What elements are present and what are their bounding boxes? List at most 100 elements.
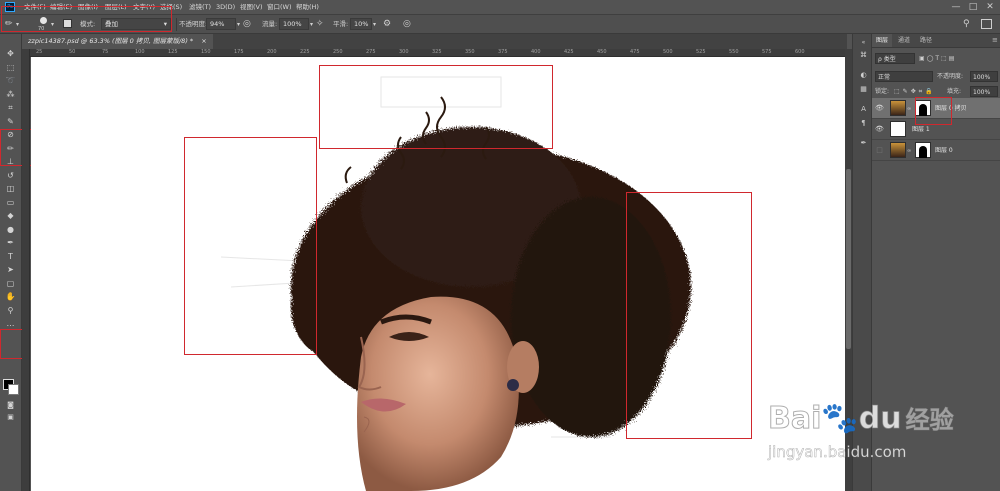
visibility-off-icon[interactable]: □ <box>875 146 884 155</box>
swatches-panel-icon[interactable]: ▦ <box>858 84 869 95</box>
layer-row[interactable]: □ ∞ 图层 0 <box>872 140 1000 161</box>
dodge-tool-icon[interactable]: ● <box>4 224 17 235</box>
panel-tabs: 图层 通道 路径 ≡ <box>872 34 1000 48</box>
scrollbar-thumb[interactable] <box>846 169 851 349</box>
menu-view[interactable]: 视图(V) <box>240 2 263 12</box>
baidu-watermark: Bai🐾du 经验 jingyan.baidu.com <box>767 401 954 462</box>
ruler-tick-label: 225 <box>300 49 310 55</box>
gradient-tool-icon[interactable]: ▭ <box>4 197 17 208</box>
link-icon[interactable]: ∞ <box>907 148 911 154</box>
ruler-tick-label: 525 <box>696 49 706 55</box>
ruler-tick-label: 25 <box>36 49 43 55</box>
tools-panel: ✥ ⬚ ➰ ⁂ ⌗ ✎ ⊘ ✏ ⊥ ↺ ◫ ▭ ◆ ● ✒ T ➤ ▢ ✋ ⚲… ◙ ▣ <box>0 34 38 491</box>
workspace-icon[interactable] <box>981 19 992 29</box>
search-icon[interactable]: ⚲ <box>963 19 970 30</box>
hand-tool-icon[interactable]: ✋ <box>4 291 17 302</box>
annotation-box <box>319 65 553 149</box>
ruler-tick-label: 325 <box>432 49 442 55</box>
maximize-button[interactable]: □ <box>967 1 979 13</box>
path-select-tool-icon[interactable]: ➤ <box>4 264 17 275</box>
layer-thumbnail <box>890 142 906 158</box>
menu-3d[interactable]: 3D(D) <box>216 2 235 12</box>
tab-paths[interactable]: 路径 <box>916 34 936 47</box>
ruler-tick-label: 300 <box>399 49 409 55</box>
document-tab[interactable]: zzpic14387.psd @ 63.3% (图层 0 拷贝, 图层蒙版/8)… <box>22 34 213 49</box>
screen-mode-icon[interactable]: ▣ <box>4 412 17 423</box>
collapse-panels-icon[interactable]: « <box>858 37 869 48</box>
gear-icon[interactable]: ⚙ <box>383 19 391 30</box>
minimize-button[interactable]: — <box>950 1 962 13</box>
smooth-field[interactable]: 10% <box>350 18 372 30</box>
pressure-opacity-icon[interactable]: ◎ <box>243 19 251 30</box>
color-panel-icon[interactable]: ◐ <box>858 70 869 81</box>
panel-menu-icon[interactable]: ≡ <box>988 34 1000 47</box>
layer-name[interactable]: 图层 1 <box>912 124 930 135</box>
ruler-tick-label: 50 <box>69 49 76 55</box>
layer-name[interactable]: 图层 0 <box>935 145 953 156</box>
eyedropper-tool-icon[interactable]: ✎ <box>4 116 17 127</box>
annotation-box <box>1 6 172 32</box>
chevron-down-icon[interactable]: ▾ <box>373 19 376 30</box>
marquee-tool-icon[interactable]: ⬚ <box>4 62 17 73</box>
ruler-tick-label: 100 <box>135 49 145 55</box>
history-brush-tool-icon[interactable]: ↺ <box>4 170 17 181</box>
lock-label: 锁定: <box>875 88 890 95</box>
crop-tool-icon[interactable]: ⌗ <box>4 102 17 113</box>
visibility-eye-icon[interactable]: 👁 <box>875 125 884 134</box>
blend-mode-select[interactable]: 正常 <box>875 71 933 82</box>
quick-select-tool-icon[interactable]: ⁂ <box>4 89 17 100</box>
tab-layers[interactable]: 图层 <box>872 34 893 47</box>
ruler-tick-label: 450 <box>597 49 607 55</box>
annotation-box <box>626 192 752 439</box>
brush-settings-icon[interactable]: ✒ <box>858 138 869 149</box>
airbrush-icon[interactable]: ✧ <box>316 19 324 30</box>
move-tool-icon[interactable]: ✥ <box>4 48 17 59</box>
link-icon[interactable]: ∞ <box>907 106 911 112</box>
close-window-button[interactable]: ✕ <box>984 1 996 13</box>
layer-thumbnail <box>890 100 906 116</box>
ruler-tick-label: 350 <box>465 49 475 55</box>
lock-icons[interactable]: ⬚✎✥⌗🔒 <box>894 86 936 97</box>
document-canvas[interactable] <box>31 57 845 491</box>
blur-tool-icon[interactable]: ◆ <box>4 210 17 221</box>
type-tool-icon[interactable]: T <box>4 251 17 262</box>
menu-window[interactable]: 窗口(W) <box>267 2 292 12</box>
eraser-tool-icon[interactable]: ◫ <box>4 183 17 194</box>
flow-field[interactable]: 100% <box>279 18 309 30</box>
ruler-tick-label: 275 <box>366 49 376 55</box>
vertical-ruler <box>22 49 30 491</box>
ruler-tick-label: 475 <box>630 49 640 55</box>
pressure-size-icon[interactable]: ◎ <box>403 19 411 30</box>
ruler-tick-label: 500 <box>663 49 673 55</box>
annotation-box <box>915 97 952 125</box>
menu-help[interactable]: 帮助(H) <box>296 2 319 12</box>
zoom-tool-icon[interactable]: ⚲ <box>4 305 17 316</box>
layer-mask-thumbnail[interactable] <box>915 142 931 158</box>
ruler-tick-label: 425 <box>564 49 574 55</box>
paragraph-panel-icon[interactable]: ¶ <box>858 118 869 129</box>
opacity-label: 不透明度: <box>179 20 208 28</box>
fill-field[interactable]: 100% <box>970 86 998 97</box>
tab-channels[interactable]: 通道 <box>894 34 914 47</box>
chevron-down-icon[interactable]: ▾ <box>237 19 240 30</box>
fill-label: 填充: <box>947 88 962 95</box>
more-tools-icon[interactable]: … <box>4 318 17 329</box>
ruler-tick-label: 75 <box>102 49 109 55</box>
history-panel-icon[interactable]: ⌘ <box>858 50 869 61</box>
background-color-swatch[interactable] <box>8 384 19 395</box>
filter-icons[interactable]: ▣◯T⬚▤ <box>919 53 956 64</box>
pen-tool-icon[interactable]: ✒ <box>4 237 17 248</box>
menu-filter[interactable]: 滤镜(T) <box>189 2 211 12</box>
close-tab-icon[interactable]: × <box>201 37 206 45</box>
layer-filter-select[interactable]: ρ 类型 <box>875 53 915 64</box>
chevron-down-icon[interactable]: ▾ <box>310 19 313 30</box>
ruler-tick-label: 400 <box>531 49 541 55</box>
opacity-field[interactable]: 94% <box>206 18 236 30</box>
character-panel-icon[interactable]: A <box>858 104 869 115</box>
layer-opacity-field[interactable]: 100% <box>970 71 998 82</box>
lasso-tool-icon[interactable]: ➰ <box>4 75 17 86</box>
quick-mask-icon[interactable]: ◙ <box>4 400 17 411</box>
shape-tool-icon[interactable]: ▢ <box>4 278 17 289</box>
visibility-eye-icon[interactable]: 👁 <box>875 104 884 113</box>
paw-icon: 🐾 <box>821 401 859 437</box>
